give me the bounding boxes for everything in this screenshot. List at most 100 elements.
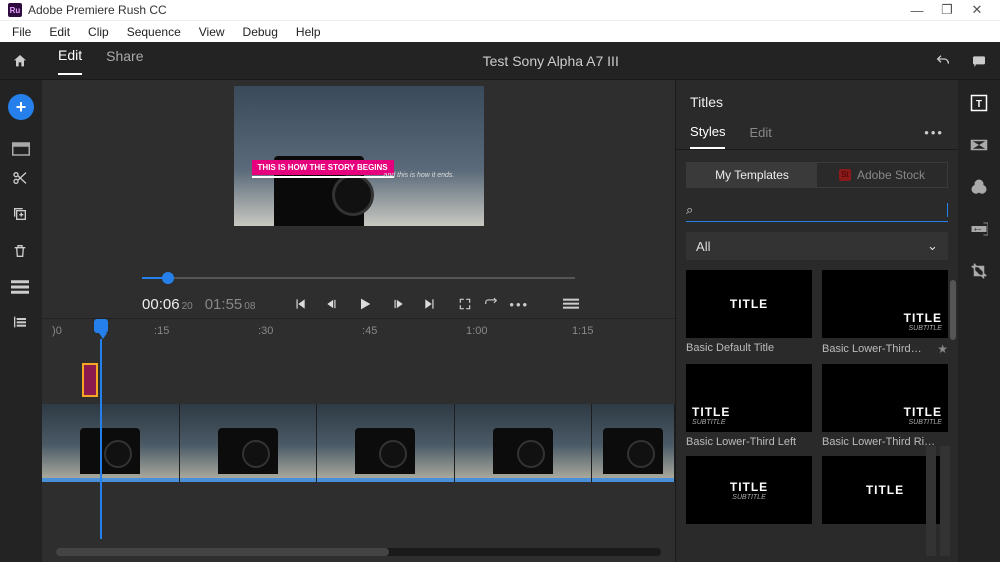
- menu-file[interactable]: File: [4, 25, 39, 39]
- template-filter-dropdown[interactable]: All ⌄: [686, 232, 948, 260]
- menu-edit[interactable]: Edit: [41, 25, 78, 39]
- titles-tool-icon[interactable]: T: [970, 94, 988, 112]
- fullscreen-icon[interactable]: [457, 297, 473, 311]
- panel-more-icon[interactable]: •••: [924, 125, 944, 140]
- playback-scrubber[interactable]: [142, 270, 575, 286]
- template-thumb-subtitle: SUBTITLE: [732, 494, 765, 501]
- duplicate-icon[interactable]: [11, 206, 29, 222]
- go-to-end-icon[interactable]: [423, 297, 437, 311]
- template-thumb-title: TITLE: [904, 405, 942, 419]
- ruler-tick: 1:15: [572, 325, 593, 337]
- template-item[interactable]: TITLESUBTITLE Basic Lower-Third…★: [822, 270, 948, 356]
- tab-edit-title[interactable]: Edit: [749, 117, 771, 148]
- template-thumb-subtitle: SUBTITLE: [909, 325, 942, 332]
- audio-tool-icon[interactable]: +⎯: [970, 220, 988, 238]
- filter-value: All: [696, 239, 710, 254]
- timeline-view-toggle-icon[interactable]: [563, 298, 579, 310]
- tab-share[interactable]: Share: [106, 48, 143, 74]
- chevron-down-icon: ⌄: [927, 238, 938, 254]
- template-item[interactable]: TITLEBasic Default Title: [686, 270, 812, 356]
- ruler-tick: )0: [52, 325, 62, 337]
- timeline-clip[interactable]: [592, 404, 674, 482]
- preview-frame[interactable]: THIS IS HOW THE STORY BEGINS and this is…: [234, 86, 484, 226]
- text-cursor: [947, 203, 948, 217]
- play-icon[interactable]: [357, 296, 373, 312]
- timeline-clip[interactable]: [317, 404, 454, 482]
- menu-sequence[interactable]: Sequence: [119, 25, 189, 39]
- panel-scrollbar[interactable]: [950, 280, 956, 340]
- project-panel-icon[interactable]: [12, 142, 30, 156]
- tracks-icon[interactable]: [11, 280, 29, 294]
- search-icon: ⌕: [686, 202, 698, 218]
- template-thumb-title: TITLE: [904, 311, 942, 325]
- ruler-tick: :15: [154, 325, 169, 337]
- menu-clip[interactable]: Clip: [80, 25, 117, 39]
- delete-icon[interactable]: [12, 242, 28, 260]
- ruler-tick: :30: [258, 325, 273, 337]
- template-label: Basic Lower-Third…★: [822, 342, 948, 356]
- tab-styles[interactable]: Styles: [690, 116, 725, 149]
- star-icon[interactable]: ★: [937, 342, 948, 356]
- right-rail: T +⎯: [958, 80, 1000, 562]
- window-close-button[interactable]: ✕: [962, 2, 992, 18]
- loop-icon[interactable]: [483, 297, 499, 311]
- window-maximize-button[interactable]: ❐: [932, 2, 962, 18]
- step-forward-icon[interactable]: [391, 297, 405, 311]
- template-thumb-title: TITLE: [692, 405, 730, 419]
- more-playback-options-icon[interactable]: •••: [509, 297, 529, 312]
- timeline-clip[interactable]: [42, 404, 179, 482]
- source-my-templates[interactable]: My Templates: [687, 163, 817, 187]
- menubar: File Edit Clip Sequence View Debug Help: [0, 20, 1000, 42]
- template-thumb-subtitle: SUBTITLE: [692, 419, 725, 426]
- timeline-title-clip[interactable]: [82, 363, 98, 397]
- undo-icon[interactable]: [934, 53, 952, 69]
- step-back-icon[interactable]: [325, 297, 339, 311]
- svg-text:+⎯: +⎯: [974, 226, 982, 233]
- menu-help[interactable]: Help: [288, 25, 329, 39]
- template-grid: TITLEBasic Default TitleTITLESUBTITLEBas…: [686, 270, 952, 528]
- top-nav: Edit Share Test Sony Alpha A7 III: [0, 42, 1000, 80]
- timecode-current-frames: 20: [182, 301, 193, 312]
- timeline-ruler[interactable]: )0 :15 :30 :45 1:00 1:15: [42, 318, 675, 344]
- menu-view[interactable]: View: [191, 25, 233, 39]
- window-minimize-button[interactable]: —: [902, 3, 932, 18]
- transitions-tool-icon[interactable]: [970, 136, 988, 154]
- template-thumb: TITLESUBTITLE: [686, 364, 812, 432]
- panel-tabs: Styles Edit •••: [676, 116, 958, 150]
- timecode-duration-frames: 08: [244, 301, 255, 312]
- home-icon[interactable]: [12, 53, 28, 69]
- timeline-clip[interactable]: [455, 404, 592, 482]
- crop-tool-icon[interactable]: [970, 262, 988, 280]
- template-item[interactable]: TITLESUBTITLEBasic Lower-Third Ri…: [822, 364, 948, 448]
- scrollbar-thumb[interactable]: [56, 548, 389, 556]
- template-search[interactable]: ⌕: [686, 198, 948, 222]
- timeline-clip[interactable]: [180, 404, 317, 482]
- go-to-start-icon[interactable]: [293, 297, 307, 311]
- comment-icon[interactable]: [970, 53, 988, 69]
- timeline-video-track[interactable]: [42, 404, 675, 482]
- playhead[interactable]: [94, 319, 108, 333]
- template-source-switch: My Templates StAdobe Stock: [686, 162, 948, 188]
- template-thumb: TITLESUBTITLE: [822, 364, 948, 432]
- template-item[interactable]: TITLESUBTITLEBasic Lower-Third Left: [686, 364, 812, 448]
- source-adobe-stock[interactable]: StAdobe Stock: [817, 163, 947, 187]
- main-area: + THIS IS HOW THE STORY BEGINS and this …: [0, 80, 1000, 562]
- add-media-button[interactable]: +: [8, 94, 34, 120]
- template-item[interactable]: TITLESUBTITLE: [686, 456, 812, 528]
- timecode: 00:06 20 01:55 08: [142, 296, 265, 313]
- audio-meter: [920, 446, 956, 556]
- app-icon: Ru: [8, 3, 22, 17]
- menu-debug[interactable]: Debug: [235, 25, 286, 39]
- center-pane: THIS IS HOW THE STORY BEGINS and this is…: [42, 80, 675, 562]
- expand-tracks-icon[interactable]: [12, 314, 28, 330]
- color-tool-icon[interactable]: [970, 178, 988, 196]
- scrub-track: [142, 277, 575, 279]
- ruler-tick: :45: [362, 325, 377, 337]
- search-input[interactable]: [704, 203, 947, 217]
- timeline-horizontal-scrollbar[interactable]: [56, 548, 661, 556]
- tab-edit[interactable]: Edit: [58, 47, 82, 75]
- source-adobe-stock-label: Adobe Stock: [857, 168, 925, 182]
- timeline-tools: [0, 170, 42, 330]
- scrub-thumb[interactable]: [162, 272, 174, 284]
- scissors-icon[interactable]: [11, 170, 29, 186]
